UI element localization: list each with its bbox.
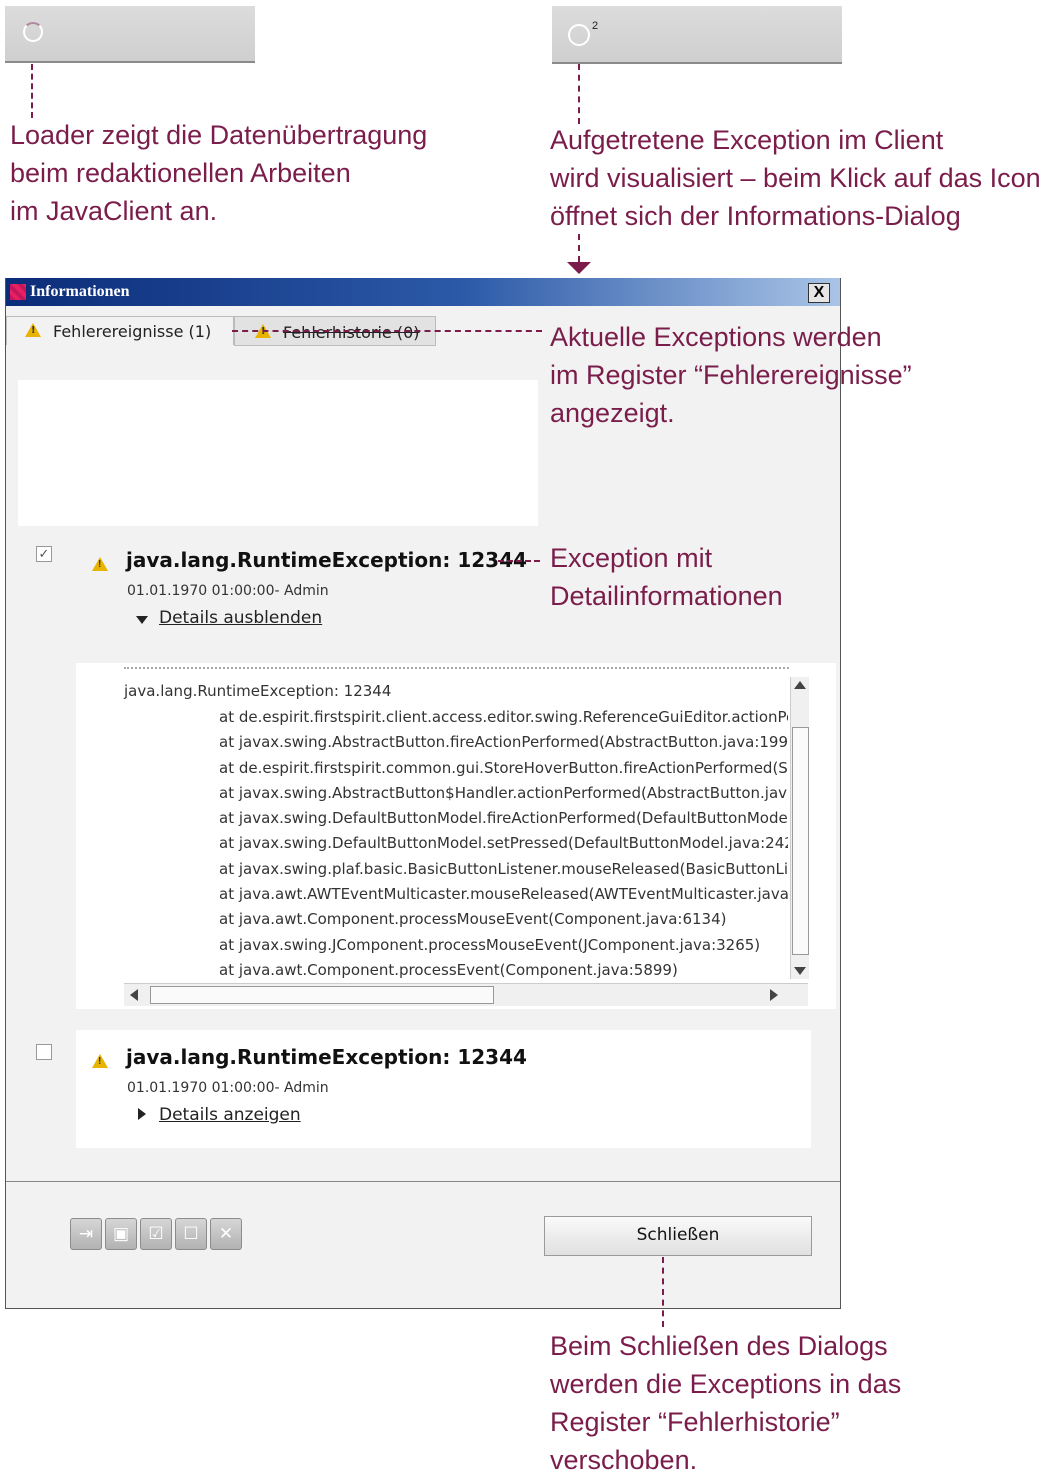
tab-fehlerereignisse[interactable]: Fehlerereignisse (1) (6, 316, 234, 345)
close-callout: Beim Schließen des Dialogs werden die Ex… (550, 1331, 902, 1475)
import-icon[interactable]: ⇥ (70, 1218, 102, 1250)
trace-line: at javax.swing.AbstractButton$Handler.ac… (219, 783, 788, 802)
details-toggle-link[interactable]: Details anzeigen (159, 1105, 301, 1125)
scroll-right-icon[interactable] (770, 989, 778, 1001)
scroll-down-icon[interactable] (794, 967, 806, 975)
trace-line: at javax.swing.plaf.basic.BasicButtonLis… (219, 859, 788, 878)
h-scroll-thumb[interactable] (150, 986, 494, 1004)
exception-checkbox[interactable] (36, 1044, 52, 1060)
detail-callout: Exception mit Detailinformationen (550, 543, 783, 611)
close-icon[interactable]: X (808, 283, 830, 303)
exception-indicator-icon[interactable] (568, 24, 590, 46)
vertical-scrollbar[interactable] (790, 677, 809, 979)
delete-icon[interactable]: ✕ (210, 1218, 242, 1250)
exception-count-badge: 2 (592, 20, 599, 32)
information-dialog: Informationen X Fehlerereignisse (1) Feh… (5, 278, 841, 1309)
arrow-down-icon (567, 262, 591, 274)
loader-icon[interactable] (23, 22, 43, 42)
exception-meta: 01.01.1970 01:00:00- Admin (127, 1080, 329, 1096)
detail-connector (498, 560, 540, 562)
trace-line: at java.awt.Component.processEvent(Compo… (219, 960, 678, 979)
trace-line: at de.espirit.firstspirit.client.access.… (219, 708, 788, 726)
tab-label: Fehlerereignisse (1) (53, 322, 212, 341)
trace-line: at javax.swing.AbstractButton.fireAction… (219, 733, 788, 752)
save-icon[interactable]: ▣ (105, 1218, 137, 1250)
loader-callout: Loader zeigt die Datenübertragung beim r… (10, 120, 428, 226)
select-all-icon[interactable]: ☑ (140, 1218, 172, 1250)
warning-icon (92, 557, 108, 571)
chevron-down-icon[interactable] (136, 616, 148, 624)
loader-bar (5, 6, 255, 63)
scroll-thumb[interactable] (792, 727, 809, 955)
tab-callout: Aktuelle Exceptions werden im Register “… (550, 322, 912, 428)
chevron-right-icon[interactable] (138, 1108, 146, 1120)
trace-line: at javax.swing.DefaultButtonModel.fireAc… (219, 809, 788, 828)
warning-icon (92, 1054, 108, 1068)
dialog-title: Informationen (30, 283, 130, 300)
details-toggle-link[interactable]: Details ausblenden (159, 608, 322, 628)
close-dialog-button[interactable]: Schließen (544, 1216, 812, 1256)
loader-connector (31, 64, 33, 118)
close-connector (662, 1257, 664, 1327)
warning-icon (25, 323, 41, 337)
trace-panel: java.lang.RuntimeException: 12344 at de.… (76, 663, 836, 1009)
footer-divider (6, 1181, 840, 1182)
exception-connector-bottom (578, 234, 580, 262)
trace-line: at java.awt.AWTEventMulticaster.mouseRel… (219, 885, 788, 904)
trace-line: at java.awt.Component.processMouseEvent(… (219, 910, 727, 929)
exception-callout: Aufgetretene Exception im Client wird vi… (550, 125, 1041, 231)
trace-line: at de.espirit.firstspirit.common.gui.Sto… (219, 758, 788, 777)
app-icon (10, 284, 26, 300)
trace-cut-line (124, 667, 789, 669)
trace-line: at javax.swing.JComponent.processMouseEv… (219, 935, 761, 954)
empty-area (18, 380, 538, 526)
exception-meta: 01.01.1970 01:00:00- Admin (127, 583, 329, 599)
exception-bar: 2 (552, 6, 842, 64)
tab-label: Fehlerhistorie (0) (283, 323, 420, 342)
exception-connector-top (578, 64, 580, 124)
trace-header: java.lang.RuntimeException: 12344 (124, 682, 392, 700)
tab-connector (232, 330, 542, 332)
dialog-titlebar[interactable]: Informationen X (6, 278, 840, 306)
scroll-up-icon[interactable] (794, 681, 806, 689)
exception-title: java.lang.RuntimeException: 12344 (126, 548, 527, 572)
deselect-all-icon[interactable]: ☐ (175, 1218, 207, 1250)
trace-line: at javax.swing.DefaultButtonModel.setPre… (219, 834, 788, 853)
scroll-left-icon[interactable] (130, 989, 138, 1001)
horizontal-scrollbar[interactable] (124, 983, 808, 1006)
exception-title: java.lang.RuntimeException: 12344 (126, 1045, 527, 1069)
trace-lines: at de.espirit.firstspirit.client.access.… (219, 705, 788, 983)
exception-checkbox[interactable]: ✓ (36, 546, 52, 562)
